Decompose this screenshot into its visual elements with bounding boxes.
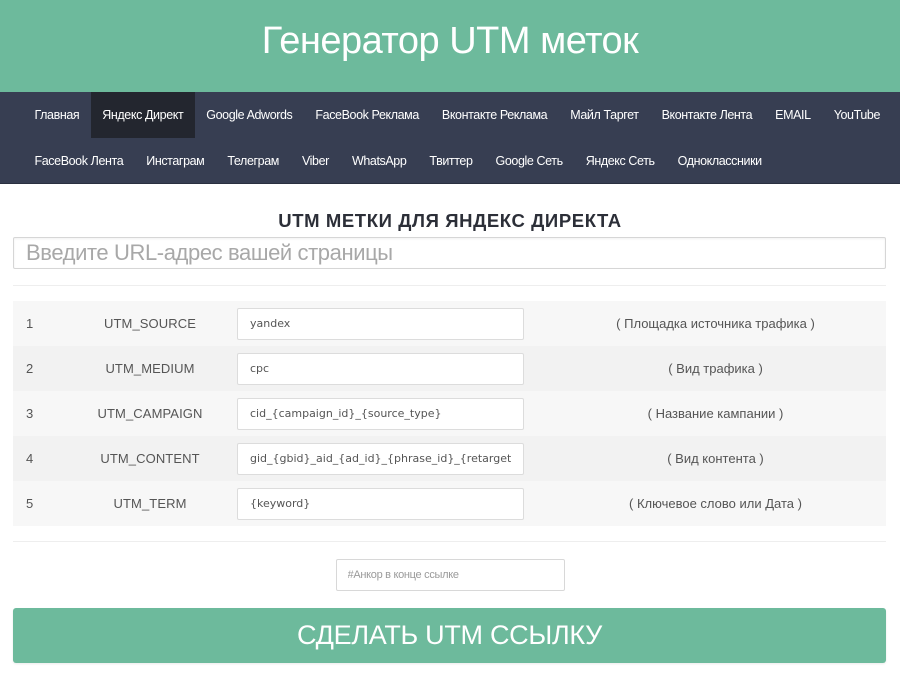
param-name: UTM_TERM (113, 496, 187, 511)
section-title: UTM МЕТКИ ДЛЯ ЯНДЕКС ДИРЕКТА (278, 210, 622, 231)
divider (13, 541, 886, 542)
utm-params-table: 1 UTM_SOURCE ( Площадка источника трафик… (13, 301, 886, 526)
row-number: 2 (26, 361, 34, 376)
nav-item-email[interactable]: EMAIL (764, 92, 823, 138)
utm-row-campaign: 3 UTM_CAMPAIGN ( Название кампании ) (13, 391, 886, 436)
nav-item-telegram[interactable]: Телеграм (216, 138, 291, 184)
nav-item-google-network[interactable]: Google Сеть (484, 138, 574, 184)
nav-item-facebook-feed[interactable]: FaceBook Лента (23, 138, 135, 184)
nav-row-1: Главная Яндекс Директ Google Adwords Fac… (23, 92, 880, 138)
nav-item-google-adwords[interactable]: Google Adwords (195, 92, 304, 138)
nav-item-yandex-direct[interactable]: Яндекс Директ (90, 92, 195, 138)
nav-item-odnoklassniki[interactable]: Одноклассники (666, 138, 773, 184)
utm-campaign-input[interactable] (237, 397, 524, 430)
nav-item-whatsapp[interactable]: WhatsApp (340, 138, 417, 184)
divider (13, 285, 886, 286)
param-input-cell (235, 481, 545, 526)
site-title: Генератор UTM меток (261, 19, 639, 62)
utm-content-input[interactable] (237, 442, 524, 475)
row-number: 1 (26, 316, 34, 331)
nav-item-viber[interactable]: Viber (290, 138, 340, 184)
url-input[interactable] (13, 237, 886, 269)
row-number: 5 (26, 496, 34, 511)
param-description: ( Название кампании ) (647, 406, 784, 421)
utm-row-medium: 2 UTM_MEDIUM ( Вид трафика ) (13, 346, 886, 391)
page-header: Генератор UTM меток (0, 0, 900, 92)
anchor-wrap (0, 559, 900, 591)
utm-row-source: 1 UTM_SOURCE ( Площадка источника трафик… (13, 301, 886, 346)
utm-row-content: 4 UTM_CONTENT ( Вид контента ) (13, 436, 886, 481)
nav-item-vk-feed[interactable]: Вконтакте Лента (650, 92, 764, 138)
nav-item-vk-ads[interactable]: Вконтакте Реклама (430, 92, 558, 138)
anchor-input[interactable] (335, 559, 565, 591)
nav-item-instagram[interactable]: Инстаграм (135, 138, 216, 184)
nav-item-mail-target[interactable]: Майл Таргет (559, 92, 650, 138)
main-nav: Главная Яндекс Директ Google Adwords Fac… (0, 92, 900, 184)
nav-row-2: FaceBook Лента Инстаграм Телеграм Viber … (23, 138, 877, 184)
utm-source-input[interactable] (237, 307, 524, 340)
param-name: UTM_MEDIUM (105, 361, 195, 376)
nav-item-glavnaya[interactable]: Главная (23, 92, 91, 138)
param-input-cell (235, 301, 545, 346)
param-description: ( Площадка источника трафика ) (616, 316, 815, 331)
param-input-cell (235, 436, 545, 481)
param-name: UTM_SOURCE (103, 316, 196, 331)
main-content: UTM МЕТКИ ДЛЯ ЯНДЕКС ДИРЕКТА 1 UTM_SOURC… (0, 210, 900, 663)
utm-term-input[interactable] (237, 487, 524, 520)
row-number: 4 (26, 451, 34, 466)
nav-item-twitter[interactable]: Твиттер (418, 138, 484, 184)
nav-item-yandex-network[interactable]: Яндекс Сеть (574, 138, 666, 184)
param-description: ( Вид трафика ) (668, 361, 763, 376)
utm-row-term: 5 UTM_TERM ( Ключевое слово или Дата ) (13, 481, 886, 526)
param-description: ( Вид контента ) (667, 451, 764, 466)
utm-medium-input[interactable] (237, 352, 524, 385)
param-description: ( Ключевое слово или Дата ) (629, 496, 802, 511)
make-utm-link-button[interactable]: СДЕЛАТЬ UTM ССЫЛКУ (13, 608, 886, 663)
param-name: UTM_CONTENT (100, 451, 200, 466)
nav-item-facebook-ads[interactable]: FaceBook Реклама (304, 92, 431, 138)
row-number: 3 (26, 406, 34, 421)
param-input-cell (235, 391, 545, 436)
param-name: UTM_CAMPAIGN (97, 406, 203, 421)
nav-item-youtube[interactable]: YouTube (822, 92, 891, 138)
param-input-cell (235, 346, 545, 391)
